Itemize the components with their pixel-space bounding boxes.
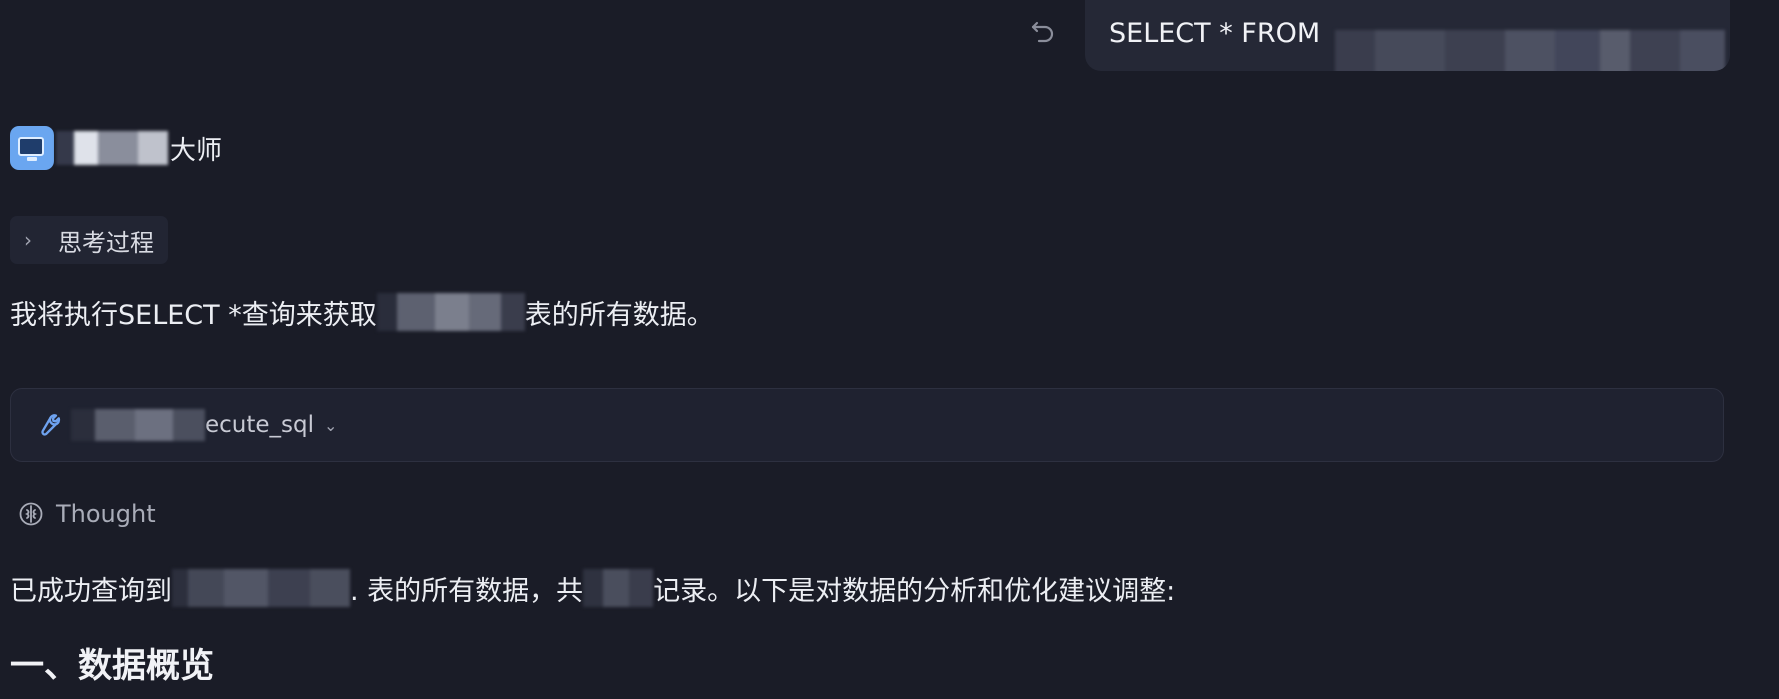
redacted-tool-prefix	[71, 409, 205, 441]
assistant-name-suffix: 大师	[170, 135, 223, 166]
undo-icon	[1031, 21, 1054, 43]
intro-suffix: 表的所有数据。	[524, 299, 714, 331]
undo-button[interactable]	[1028, 16, 1058, 46]
tool-call-card[interactable]: ecute_sql ⌄	[10, 388, 1724, 462]
redacted-assistant-name	[56, 131, 168, 165]
wrench-icon	[41, 414, 61, 436]
result-middle: . 表的所有数据，共	[350, 575, 584, 607]
intro-prefix: 我将执行SELECT *查询来获取	[10, 299, 377, 331]
tool-name: ecute_sql	[71, 409, 314, 441]
thinking-process-label: 思考过程	[58, 228, 154, 257]
assistant-intro-text: 我将执行SELECT *查询来获取 表的所有数据。	[10, 292, 714, 332]
user-message-bubble: SELECT * FROM	[1085, 0, 1730, 71]
redacted-record-count	[583, 569, 654, 607]
assistant-result-text: 已成功查询到 . 表的所有数据，共 记录。以下是对数据的分析和优化建议调整:	[10, 567, 1175, 609]
assistant-avatar-icon	[10, 126, 54, 170]
assistant-header: 大师	[10, 124, 222, 172]
thought-icon	[19, 502, 43, 526]
thought-indicator[interactable]: Thought	[18, 496, 156, 532]
tool-name-suffix: ecute_sql	[205, 412, 315, 438]
thinking-process-toggle[interactable]: › 思考过程	[10, 216, 168, 264]
redacted-table-name	[172, 569, 350, 607]
section-heading: 一、数据概览	[10, 646, 214, 686]
redacted-table-name	[376, 293, 525, 331]
result-prefix: 已成功查询到	[10, 575, 172, 607]
result-suffix: 记录。以下是对数据的分析和优化建议调整:	[653, 575, 1176, 607]
chevron-down-icon: ⌄	[324, 415, 338, 435]
user-message-text: SELECT * FROM	[1109, 18, 1321, 49]
thought-label: Thought	[56, 500, 156, 528]
redacted-table-name	[1334, 30, 1725, 71]
assistant-name: 大师	[56, 130, 222, 167]
chevron-right-icon: ›	[24, 228, 32, 252]
